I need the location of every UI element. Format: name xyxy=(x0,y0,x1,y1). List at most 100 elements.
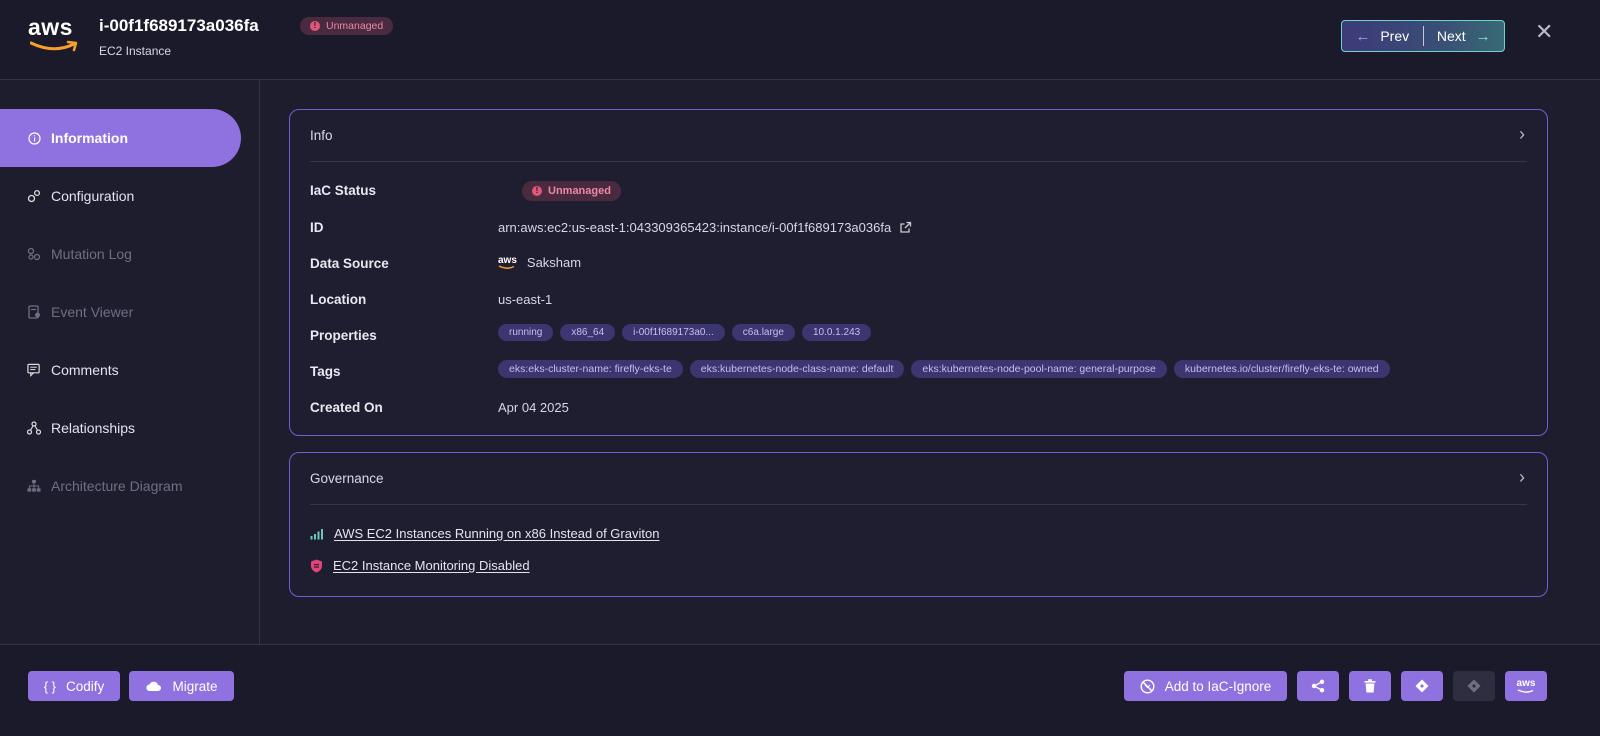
cloud-migrate-icon xyxy=(145,680,162,692)
close-icon[interactable]: ✕ xyxy=(1535,19,1553,45)
data-source-label: Data Source xyxy=(310,256,389,271)
info-card: Info › IaC Status ! Unmanaged ID arn:aws… xyxy=(289,109,1548,436)
sidebar-item-event-viewer[interactable]: Event Viewer xyxy=(0,283,241,341)
trash-icon xyxy=(1364,679,1376,693)
tag-pill: eks:kubernetes-node-pool-name: general-p… xyxy=(911,360,1167,378)
gears-icon xyxy=(27,189,41,203)
tag-pill: eks:kubernetes-node-class-name: default xyxy=(689,360,905,378)
data-source-name: Saksham xyxy=(526,255,582,270)
aws-console-button[interactable]: aws xyxy=(1505,671,1547,701)
divider xyxy=(310,161,1527,162)
sidebar-item-label: Relationships xyxy=(51,420,136,436)
aws-logo-text: aws xyxy=(28,14,73,40)
add-to-iac-ignore-label: Add to IaC-Ignore xyxy=(1164,678,1272,694)
property-pill: running xyxy=(498,324,554,341)
git-diamond-icon xyxy=(1415,679,1429,693)
property-pill: c6a.large xyxy=(731,324,795,341)
status-badge-label: Unmanaged xyxy=(326,20,384,32)
migrate-button[interactable]: Migrate xyxy=(129,671,234,701)
chevron-right-icon[interactable]: › xyxy=(1519,124,1525,145)
git-disabled-button[interactable] xyxy=(1453,671,1495,701)
share-icon xyxy=(1311,679,1325,693)
governance-item[interactable]: AWS EC2 Instances Running on x86 Instead… xyxy=(310,526,659,541)
sidebar-item-label: Architecture Diagram xyxy=(51,478,183,494)
sidebar-item-label: Comments xyxy=(51,362,119,378)
iac-status-label: IaC Status xyxy=(310,183,377,198)
aws-small-icon: aws xyxy=(498,255,517,270)
iac-status-badge: ! Unmanaged xyxy=(522,181,621,201)
comments-icon xyxy=(27,363,41,377)
info-card-title: Info xyxy=(310,128,333,143)
next-button[interactable]: Next → xyxy=(1424,21,1505,51)
status-badge: ! Unmanaged xyxy=(300,17,394,35)
sidebar-item-label: Configuration xyxy=(51,188,135,204)
delete-button[interactable] xyxy=(1349,671,1391,701)
aws-logo: aws xyxy=(28,14,84,54)
prev-label: Prev xyxy=(1380,28,1410,44)
property-pill: i-00f1f689173a0... xyxy=(622,324,725,341)
created-on-label: Created On xyxy=(310,400,383,415)
codify-label: Codify xyxy=(66,678,105,694)
event-icon xyxy=(27,305,41,319)
divider xyxy=(310,504,1527,505)
sidebar-item-information[interactable]: Information xyxy=(0,109,241,167)
pager: ← Prev Next → xyxy=(1341,20,1505,52)
created-on-value: Apr 04 2025 xyxy=(498,400,569,415)
share-button[interactable] xyxy=(1297,671,1339,701)
header: aws i-00f1f689173a036fa EC2 Instance ! U… xyxy=(0,0,1600,80)
aws-console-label: aws xyxy=(1516,677,1536,689)
codify-button[interactable]: { } Codify xyxy=(28,671,120,701)
sidebar-item-configuration[interactable]: Configuration xyxy=(0,167,241,225)
sidebar-item-comments[interactable]: Comments xyxy=(0,341,241,399)
add-to-iac-ignore-button[interactable]: Add to IaC-Ignore xyxy=(1124,671,1287,701)
git-button[interactable] xyxy=(1401,671,1443,701)
sidebar-item-architecture-diagram[interactable]: Architecture Diagram xyxy=(0,457,241,515)
governance-link[interactable]: EC2 Instance Monitoring Disabled xyxy=(333,558,530,573)
braces-icon: { } xyxy=(43,678,57,694)
sidebar-item-mutation-log[interactable]: Mutation Log xyxy=(0,225,241,283)
tag-pill: kubernetes.io/cluster/firefly-eks-te: ow… xyxy=(1173,360,1390,378)
arrow-right-icon: → xyxy=(1475,27,1491,45)
info-icon xyxy=(27,131,41,145)
next-label: Next xyxy=(1436,28,1466,44)
security-shield-icon xyxy=(310,559,323,573)
tag-pill: eks:eks-cluster-name: firefly-eks-te xyxy=(498,360,683,378)
git-diamond-icon xyxy=(1467,679,1481,693)
governance-link[interactable]: AWS EC2 Instances Running on x86 Instead… xyxy=(334,526,659,541)
governance-card: Governance › AWS EC2 Instances Running o… xyxy=(289,452,1548,597)
sidebar-item-relationships[interactable]: Relationships xyxy=(0,399,241,457)
properties-label: Properties xyxy=(310,328,377,343)
id-value: arn:aws:ec2:us-east-1:043309365423:insta… xyxy=(498,220,912,235)
migrate-label: Migrate xyxy=(172,678,218,694)
governance-item[interactable]: EC2 Instance Monitoring Disabled xyxy=(310,558,530,573)
tags-label: Tags xyxy=(310,364,341,379)
aws-smile-icon xyxy=(30,40,78,52)
arn-text: arn:aws:ec2:us-east-1:043309365423:insta… xyxy=(498,220,892,235)
prev-button[interactable]: ← Prev xyxy=(1342,21,1423,51)
sidebar-item-label: Mutation Log xyxy=(51,246,132,262)
footer-toolbar: { } Codify Migrate Add to IaC-Ignore aws xyxy=(0,644,1600,736)
iac-status-badge-label: Unmanaged xyxy=(548,185,611,197)
governance-card-title: Governance xyxy=(310,471,384,486)
alert-icon: ! xyxy=(532,186,542,196)
iac-status-value: ! Unmanaged xyxy=(522,181,621,201)
aws-smile-icon xyxy=(1517,688,1535,694)
arrow-left-icon: ← xyxy=(1355,27,1371,45)
diagram-icon xyxy=(27,479,41,493)
sidebar-item-label: Event Viewer xyxy=(51,304,134,320)
resource-type: EC2 Instance xyxy=(99,44,172,58)
property-pill: 10.0.1.243 xyxy=(801,324,872,341)
mutation-icon xyxy=(27,247,41,261)
tags-list: eks:eks-cluster-name: firefly-eks-te eks… xyxy=(498,360,1397,378)
id-label: ID xyxy=(310,220,324,235)
alert-icon: ! xyxy=(310,21,320,31)
property-pill: x86_64 xyxy=(560,324,616,341)
external-link-icon[interactable] xyxy=(899,221,912,234)
ignore-icon xyxy=(1140,678,1155,694)
data-source-value: aws Saksham xyxy=(498,255,581,270)
location-value: us-east-1 xyxy=(498,292,553,307)
page-title: i-00f1f689173a036fa xyxy=(99,16,259,35)
sidebar: Information Configuration Mutation Log E… xyxy=(0,80,260,644)
sidebar-item-label: Information xyxy=(51,130,128,146)
chevron-right-icon[interactable]: › xyxy=(1519,467,1525,488)
